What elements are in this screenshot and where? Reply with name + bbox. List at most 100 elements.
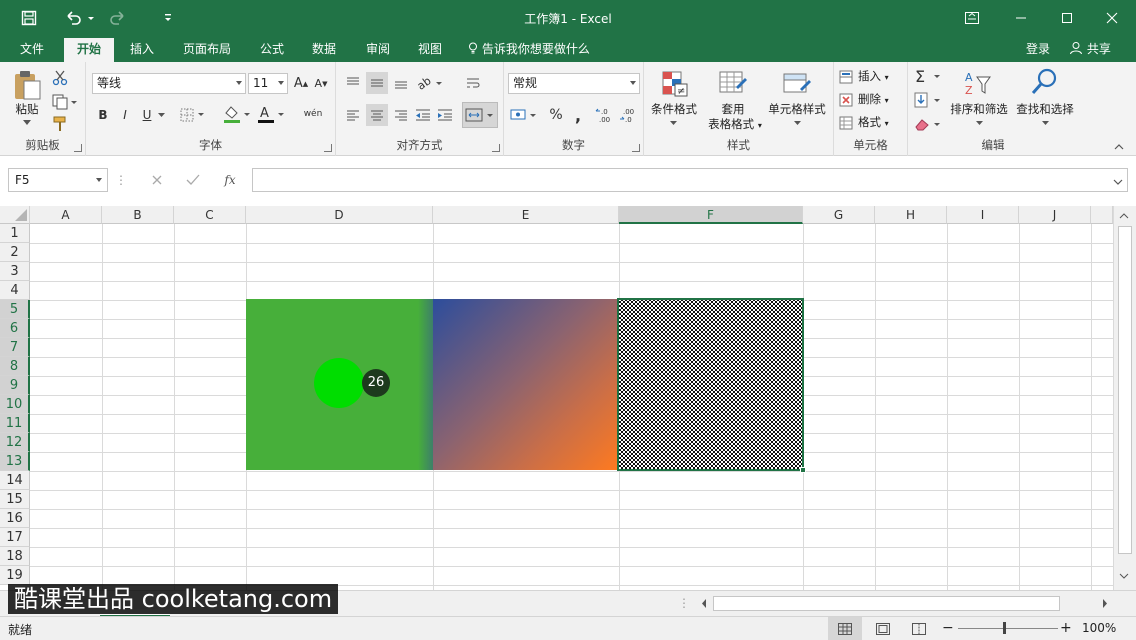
select-all-corner[interactable] <box>0 206 30 224</box>
formula-bar-grip-icon[interactable]: ⋮ <box>115 172 127 188</box>
align-middle-icon[interactable] <box>366 72 388 94</box>
tab-home[interactable]: 开始 <box>64 38 114 62</box>
column-header-f[interactable]: F <box>619 206 803 224</box>
percent-button[interactable]: % <box>546 104 566 126</box>
cut-icon[interactable] <box>50 68 70 88</box>
row-header-5[interactable]: 5 <box>0 300 30 319</box>
row-header-17[interactable]: 17 <box>0 528 30 547</box>
cancel-entry-icon[interactable] <box>146 170 168 190</box>
column-header-a[interactable]: A <box>30 206 102 224</box>
expand-formula-icon[interactable] <box>1113 175 1123 189</box>
login-link[interactable]: 登录 <box>1020 36 1056 62</box>
row-header-7[interactable]: 7 <box>0 338 30 357</box>
collapse-ribbon-icon[interactable] <box>1112 140 1126 152</box>
insert-cells-label[interactable]: 插入 ▾ <box>858 66 889 88</box>
conditional-format-icon[interactable]: ≠ <box>658 68 692 100</box>
row-header-16[interactable]: 16 <box>0 509 30 528</box>
align-center-icon[interactable] <box>366 104 388 126</box>
row-header-9[interactable]: 9 <box>0 376 30 395</box>
row-header-12[interactable]: 12 <box>0 433 30 452</box>
share-button[interactable]: 共享 <box>1062 36 1118 62</box>
find-select-label[interactable]: 查找和选择 <box>1010 102 1080 117</box>
column-header-e[interactable]: E <box>433 206 619 224</box>
paste-icon[interactable] <box>10 68 44 102</box>
wrap-text-icon[interactable] <box>462 72 484 94</box>
orientation-icon[interactable]: ab <box>414 72 446 94</box>
tab-view[interactable]: 视图 <box>408 36 452 62</box>
tab-data[interactable]: 数据 <box>302 36 346 62</box>
row-header-14[interactable]: 14 <box>0 471 30 490</box>
page-break-view-icon[interactable] <box>904 617 934 640</box>
column-header-i[interactable]: I <box>947 206 1019 224</box>
tab-insert[interactable]: 插入 <box>120 36 164 62</box>
row-header-18[interactable]: 18 <box>0 547 30 566</box>
column-header-k[interactable] <box>1091 206 1113 224</box>
format-cells-icon[interactable] <box>838 114 854 132</box>
cell-styles-icon[interactable] <box>780 68 814 100</box>
merge-center-icon[interactable] <box>462 102 498 128</box>
decrease-indent-icon[interactable] <box>412 104 434 126</box>
vertical-scroll-thumb[interactable] <box>1118 226 1132 554</box>
font-size-select[interactable]: 11 <box>248 73 288 94</box>
ribbon-display-icon[interactable] <box>956 0 988 36</box>
format-as-table-icon[interactable] <box>716 68 750 100</box>
borders-icon[interactable] <box>178 104 208 126</box>
alignment-launcher-icon[interactable] <box>492 144 500 152</box>
underline-button[interactable]: U <box>138 104 156 126</box>
format-as-table-label-1[interactable]: 套用 <box>702 102 764 117</box>
column-header-c[interactable]: C <box>174 206 246 224</box>
delete-cells-icon[interactable] <box>838 91 854 109</box>
format-cells-label[interactable]: 格式 ▾ <box>858 112 889 134</box>
align-top-icon[interactable] <box>342 72 364 94</box>
accounting-format-icon[interactable] <box>508 104 542 126</box>
row-header-3[interactable]: 3 <box>0 262 30 281</box>
close-icon[interactable] <box>1094 0 1130 36</box>
name-box[interactable]: F5 <box>8 168 108 192</box>
row-header-2[interactable]: 2 <box>0 243 30 262</box>
increase-decimal-icon[interactable]: .0.00 <box>594 104 616 126</box>
increase-font-icon[interactable]: A ▲ <box>292 73 310 94</box>
fill-color-icon[interactable] <box>220 102 254 126</box>
row-header-4[interactable]: 4 <box>0 281 30 300</box>
autosum-icon[interactable]: Σ <box>912 66 944 86</box>
zoom-in-button[interactable]: + <box>1060 620 1072 636</box>
paste-label[interactable]: 粘贴 <box>8 102 46 117</box>
column-header-h[interactable]: H <box>875 206 947 224</box>
find-select-dropdown-icon[interactable] <box>1038 118 1052 128</box>
normal-view-icon[interactable] <box>828 617 862 640</box>
cell-styles-label[interactable]: 单元格样式 <box>762 102 832 117</box>
gradient-fill-range-e5-e13[interactable] <box>433 299 619 470</box>
clipboard-launcher-icon[interactable] <box>74 144 82 152</box>
number-format-select[interactable]: 常规 <box>508 73 640 94</box>
split-grip-icon[interactable]: ⋮ <box>678 596 690 610</box>
row-header-6[interactable]: 6 <box>0 319 30 338</box>
decrease-decimal-icon[interactable]: .00.0 <box>618 104 640 126</box>
column-header-d[interactable]: D <box>246 206 433 224</box>
increase-indent-icon[interactable] <box>434 104 456 126</box>
row-header-11[interactable]: 11 <box>0 414 30 433</box>
tab-formulas[interactable]: 公式 <box>250 36 294 62</box>
maximize-icon[interactable] <box>1050 0 1084 36</box>
zoom-slider-track[interactable] <box>958 628 1058 629</box>
font-color-icon[interactable]: A <box>254 102 288 126</box>
row-header-10[interactable]: 10 <box>0 395 30 414</box>
tell-me-box[interactable]: 告诉我你想要做什么 <box>468 36 602 62</box>
delete-cells-label[interactable]: 删除 ▾ <box>858 89 889 111</box>
confirm-entry-icon[interactable] <box>182 170 204 190</box>
conditional-format-label[interactable]: 条件格式 <box>646 102 702 117</box>
formula-input[interactable] <box>252 168 1128 192</box>
scroll-left-icon[interactable] <box>697 596 711 611</box>
tab-review[interactable]: 审阅 <box>356 36 400 62</box>
find-select-icon[interactable] <box>1028 66 1062 98</box>
sort-filter-dropdown-icon[interactable] <box>972 118 986 128</box>
decrease-font-icon[interactable]: A ▼ <box>312 73 330 94</box>
font-launcher-icon[interactable] <box>324 144 332 152</box>
conditional-format-dropdown-icon[interactable] <box>666 118 680 128</box>
sort-filter-label[interactable]: 排序和筛选 <box>944 102 1014 117</box>
vertical-scrollbar[interactable] <box>1113 206 1136 590</box>
row-header-8[interactable]: 8 <box>0 357 30 376</box>
format-painter-icon[interactable] <box>50 114 70 134</box>
tab-file[interactable]: 文件 <box>10 36 54 62</box>
column-header-g[interactable]: G <box>803 206 875 224</box>
bold-button[interactable]: B <box>94 104 112 126</box>
